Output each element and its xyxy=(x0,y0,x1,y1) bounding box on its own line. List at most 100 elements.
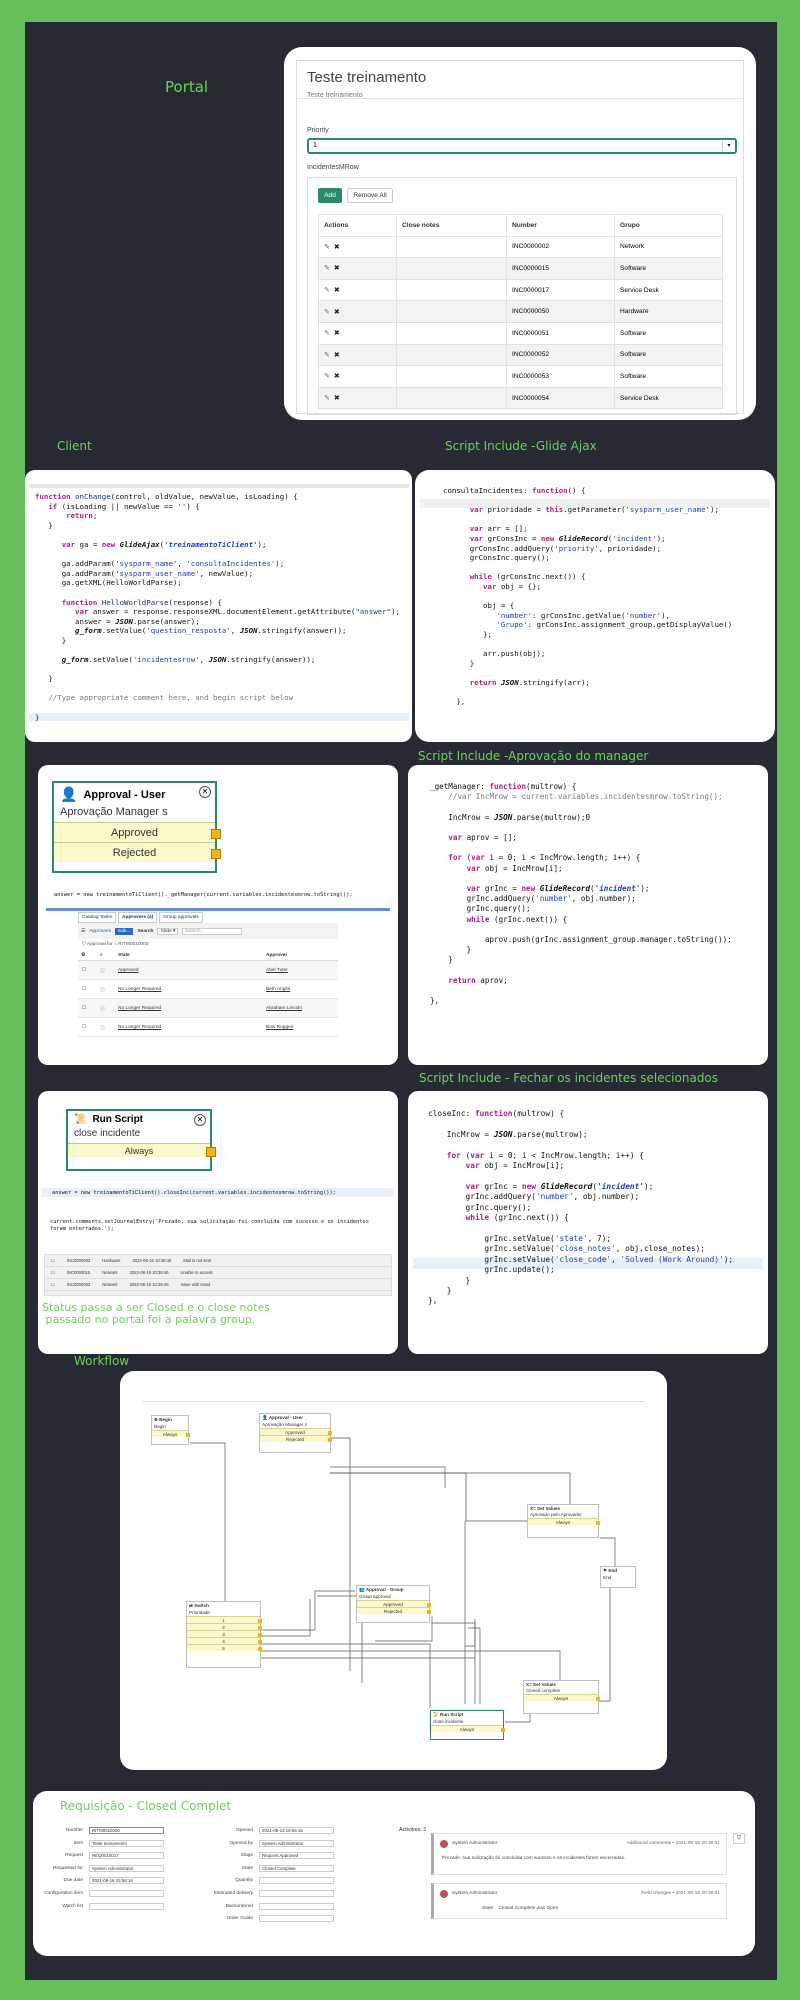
close-notes-cell[interactable] xyxy=(396,343,507,367)
row-checkbox[interactable]: ☐ xyxy=(78,968,100,973)
edit-icon[interactable]: ✎ xyxy=(324,287,330,294)
delete-icon[interactable]: ✖ xyxy=(334,352,340,359)
field-input[interactable]: Request Approved xyxy=(259,1852,334,1860)
field-input[interactable]: Teste treinamento xyxy=(89,1839,164,1847)
close-notes-cell[interactable] xyxy=(396,278,507,302)
field-input[interactable]: 2021-08-16 15:56:16 xyxy=(89,1877,164,1885)
add-button[interactable]: Add xyxy=(318,188,342,203)
close-notes-cell[interactable] xyxy=(396,257,507,280)
field-input[interactable] xyxy=(259,1877,334,1885)
state-cell[interactable]: No Longer Required xyxy=(118,987,266,992)
field-input[interactable]: System Administrator xyxy=(259,1839,334,1847)
field-input[interactable]: REQ0010017 xyxy=(89,1852,164,1860)
info-icon[interactable]: ⓘ xyxy=(100,1005,118,1012)
row-checkbox[interactable]: ☐ xyxy=(51,1282,55,1287)
edit-icon[interactable]: ✎ xyxy=(324,265,330,272)
wf-set-values-2[interactable]: X= Set Values Closed complete Always xyxy=(523,1680,600,1714)
delete-icon[interactable]: ✖ xyxy=(334,309,340,316)
wf-set-values-1[interactable]: X= Set Values Aprovado pelo Aprovador Al… xyxy=(527,1504,600,1538)
delete-icon[interactable]: ✖ xyxy=(334,395,340,402)
search-input[interactable]: Search xyxy=(182,927,243,935)
approver-cell[interactable]: Abel Tuter xyxy=(266,968,288,973)
remove-all-button[interactable]: Remove All xyxy=(347,188,393,203)
list-item: ☐ INC0000002 Hardware 2022-08-15 10:38:46 Ma… xyxy=(45,1255,391,1267)
approver-cell[interactable]: Abraham Lincoln xyxy=(266,1006,302,1011)
always-exit[interactable]: Always xyxy=(68,1143,216,1157)
edit-icon[interactable]: ✎ xyxy=(324,330,330,337)
row-checkbox[interactable]: ☐ xyxy=(51,1258,55,1263)
info-icon[interactable]: ⓘ xyxy=(100,1024,118,1031)
field-label: Backordered xyxy=(225,1903,253,1909)
delete-icon[interactable]: ✖ xyxy=(334,373,340,380)
filter-icon[interactable]: ▽ xyxy=(733,1833,745,1844)
delete-icon[interactable]: ✖ xyxy=(334,287,340,294)
close-notes-cell[interactable] xyxy=(396,235,507,259)
edit-icon[interactable]: ✎ xyxy=(324,244,330,251)
field-input[interactable] xyxy=(89,1890,164,1897)
field-label: Configuration item xyxy=(44,1891,83,1896)
priority-value: 1 xyxy=(313,142,317,149)
info-icon[interactable]: ⓘ xyxy=(100,967,118,974)
column-header: State xyxy=(118,952,130,958)
script-icon: 📜 xyxy=(74,1114,87,1125)
menu-icon[interactable]: ☰ xyxy=(81,929,85,934)
wf-run-script[interactable]: 📜 Run Script close incidente Always xyxy=(430,1710,505,1740)
close-icon[interactable]: ✕ xyxy=(194,1114,206,1126)
field-input[interactable]: 2021-08-13 15:56:16 xyxy=(259,1827,334,1834)
section-label-portal: Portal xyxy=(165,78,209,96)
wf-begin[interactable]: ⊕ Begin Begin Always xyxy=(151,1415,190,1445)
edit-icon[interactable]: ✎ xyxy=(324,309,330,316)
field-input[interactable] xyxy=(259,1915,334,1923)
close-icon[interactable]: ✕ xyxy=(199,786,211,798)
delete-icon[interactable]: ✖ xyxy=(334,244,340,251)
row-checkbox[interactable]: ☐ xyxy=(51,1270,55,1275)
approved-exit[interactable]: Approved xyxy=(54,822,221,842)
gear-icon[interactable]: ⚙ xyxy=(78,953,100,958)
edit-icon[interactable]: ✎ xyxy=(324,395,330,402)
wf-switch[interactable]: ⇄ Switch Prioridade 1 2 3 4 5 xyxy=(186,1601,262,1668)
search-icon[interactable]: ⌕ xyxy=(100,952,118,958)
filter-icon[interactable]: ▽ xyxy=(82,942,86,947)
field-label: Due date xyxy=(63,1878,83,1884)
priority-select[interactable]: 1 ▾ xyxy=(307,138,737,154)
wf-end[interactable]: ⚑ End End xyxy=(600,1566,636,1588)
wf-approval-user[interactable]: 👤 Approval - User Aprovação Manager s Ap… xyxy=(259,1413,332,1453)
row-checkbox[interactable]: ☐ xyxy=(78,1025,100,1030)
approver-cell[interactable]: Beth Anglin xyxy=(266,987,290,992)
approvers-menu[interactable]: Approvers xyxy=(89,929,111,934)
edit-icon[interactable]: ✎ xyxy=(324,352,330,359)
avatar xyxy=(440,1890,448,1898)
close-notes-cell[interactable] xyxy=(396,365,507,388)
incidents-label: IncidentesMRow xyxy=(307,164,359,171)
info-icon[interactable]: ⓘ xyxy=(100,986,118,993)
rejected-exit[interactable]: Rejected xyxy=(54,842,221,862)
approval-code-line: answer = new treinamentoTiClient()._getM… xyxy=(54,892,353,898)
delete-icon[interactable]: ✖ xyxy=(334,330,340,337)
close-notes-cell[interactable] xyxy=(396,321,507,345)
edit-icon[interactable]: ✎ xyxy=(324,373,330,380)
state-cell[interactable]: No Longer Required xyxy=(118,1025,266,1030)
field-input[interactable] xyxy=(259,1902,334,1910)
row-checkbox[interactable]: ☐ xyxy=(78,1006,100,1011)
field-input[interactable]: System Administrator xyxy=(89,1864,164,1872)
chevron-down-icon[interactable]: ▾ xyxy=(722,140,735,152)
field-input[interactable] xyxy=(89,1902,164,1910)
field-input[interactable]: Closed Complete xyxy=(259,1864,334,1872)
state-cell[interactable]: No Longer Required xyxy=(118,1006,266,1011)
field-input[interactable] xyxy=(259,1890,334,1897)
state-select[interactable]: State ▾ xyxy=(157,927,179,935)
tab-approvers[interactable]: Approvers (4) xyxy=(118,912,158,923)
table-row: ☐ ⓘ No Longer Required Abraham Lincoln xyxy=(78,999,338,1018)
approver-cell[interactable]: Bow Ruggeri xyxy=(266,1025,293,1030)
tab-group-approvals[interactable]: Group approvals xyxy=(159,912,203,923)
edit-button[interactable]: Edit... xyxy=(115,927,134,935)
close-notes-cell[interactable] xyxy=(396,386,507,410)
wf-approval-group[interactable]: 👥 Approval - Group Group approval Approv… xyxy=(356,1585,431,1623)
row-checkbox[interactable]: ☐ xyxy=(78,987,100,992)
delete-icon[interactable]: ✖ xyxy=(334,265,340,272)
tab-catalog-tasks[interactable]: Catalog Tasks xyxy=(78,912,117,923)
state-cell[interactable]: Approved xyxy=(118,968,266,973)
field-input[interactable]: RITM0010000 xyxy=(89,1827,164,1834)
close-notes-cell[interactable] xyxy=(396,300,507,323)
cell: 2022-08-15 10:38:46 xyxy=(129,1270,169,1275)
